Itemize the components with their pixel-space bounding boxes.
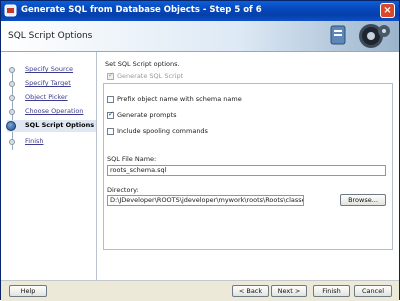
back-button[interactable]: < Back [232,285,269,297]
page-title: SQL Script Options [8,31,93,41]
checkbox-label: Include spooling commands [117,127,208,135]
checkbox-box [107,71,114,80]
prefix-schema-checkbox[interactable]: Prefix object name with schema name [107,95,242,105]
step-indicator-icon [9,95,15,101]
close-button[interactable]: × [380,3,395,18]
step-choose-operation[interactable]: Choose Operation [7,106,96,118]
checkbox-box [107,95,114,103]
generate-sql-script-checkbox[interactable]: Generate SQL Script [107,71,184,82]
generate-prompts-checkbox[interactable]: Generate prompts [107,110,177,121]
page-description: Set SQL Script options. [105,60,180,68]
wizard-window: Generate SQL from Database Objects - Ste… [0,0,400,301]
step-indicator-icon [9,109,15,115]
cancel-button[interactable]: Cancel [354,285,392,297]
step-finish[interactable]: Finish [7,136,96,148]
checkbox-label: Prefix object name with schema name [117,95,242,103]
help-button[interactable]: Help [9,285,47,297]
step-label: Object Picker [25,93,68,101]
title-bar[interactable]: Generate SQL from Database Objects - Ste… [1,1,399,21]
checkbox-label: Generate SQL Script [117,72,184,80]
step-label: Specify Target [25,79,71,87]
step-label: SQL Script Options [25,121,95,129]
step-label: Finish [25,137,44,145]
directory-input[interactable]: D:\JDeveloper\ROOTS\jdeveloper\mywork\ro… [107,195,304,206]
step-specify-source[interactable]: Specify Source [7,64,96,76]
step-current-icon [6,121,16,131]
wizard-footer: Help < Back Next > Finish Cancel [1,280,399,301]
next-button[interactable]: Next > [271,285,307,297]
step-specify-target[interactable]: Specify Target [7,78,96,90]
directory-label: Directory: [107,186,139,194]
step-label: Choose Operation [25,107,84,115]
checkbox-box [107,127,114,135]
step-indicator-icon [9,67,15,73]
sql-file-name-input[interactable]: roots_schema.sql [107,165,386,176]
step-sql-script-options[interactable]: SQL Script Options [6,120,96,132]
step-indicator-icon [9,139,15,145]
sql-file-name-label: SQL File Name: [107,155,157,163]
app-icon [4,4,17,17]
step-object-picker[interactable]: Object Picker [7,92,96,104]
steps-sidebar: Specify Source Specify Target Object Pic… [1,52,97,280]
checkbox-label: Generate prompts [117,111,177,119]
checkbox-box [107,110,114,119]
browse-button[interactable]: Browse... [340,194,386,206]
include-spooling-checkbox[interactable]: Include spooling commands [107,127,208,137]
wizard-banner: SQL Script Options [1,21,399,52]
step-label: Specify Source [25,65,74,73]
window-title: Generate SQL from Database Objects - Ste… [21,5,262,15]
options-panel: Set SQL Script options. Generate SQL Scr… [97,52,399,280]
banner-graphic [330,24,390,48]
step-indicator-icon [9,81,15,87]
finish-button[interactable]: Finish [313,285,350,297]
